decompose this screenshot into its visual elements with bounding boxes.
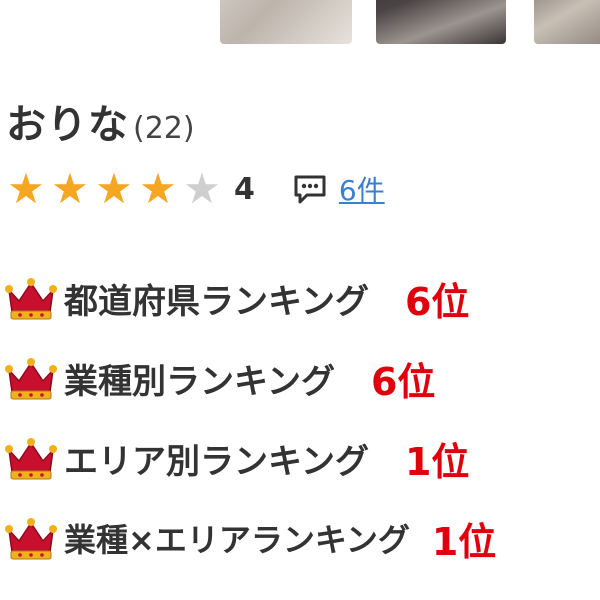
ranking-value: 6位 (404, 279, 470, 324)
profile-name: おりな (6, 102, 129, 148)
ranking-label: 都道府県ランキング (64, 281, 369, 322)
star-rating: ★ ★ ★ ★ ★ (4, 166, 224, 212)
profile-header: おりな (22) (6, 92, 195, 150)
ranking-row: 業種別ランキング 6位 (4, 338, 600, 418)
review-count[interactable]: 6件 (339, 169, 385, 209)
ranking-value: 1位 (404, 439, 470, 484)
ranking-label: エリア別ランキング (64, 441, 369, 482)
ranking-row: エリア別ランキング 1位 (4, 418, 600, 498)
photo-thumbnail[interactable] (376, 0, 506, 44)
ranking-row: 業種×エリアランキング 1位 (4, 498, 600, 578)
crown-icon (5, 278, 57, 320)
reviews-link[interactable]: 6件 (293, 169, 385, 209)
photo-thumbnails (0, 0, 600, 46)
star-icon: ★ (183, 164, 221, 213)
crown-icon (5, 438, 57, 480)
rating-row: ★ ★ ★ ★ ★ 4 6件 (4, 166, 385, 212)
star-icon: ★ (7, 164, 45, 213)
star-icon: ★ (51, 164, 89, 213)
star-icon: ★ (139, 164, 177, 213)
profile-age: (22) (133, 111, 195, 146)
star-icon: ★ (95, 164, 133, 213)
ranking-value: 6位 (370, 359, 436, 404)
ranking-value: 1位 (431, 519, 497, 564)
ranking-label: 業種別ランキング (64, 361, 335, 402)
ranking-label: 業種×エリアランキング (64, 521, 410, 559)
photo-thumbnail[interactable] (220, 0, 352, 44)
crown-icon (5, 358, 57, 400)
rating-value: 4 (234, 171, 255, 207)
crown-icon (5, 518, 57, 560)
ranking-list: 都道府県ランキング 6位 業種別ランキング 6位 エリア別ランキング 1位 業種… (4, 258, 600, 578)
photo-thumbnail[interactable] (534, 0, 600, 44)
ranking-row: 都道府県ランキング 6位 (4, 258, 600, 338)
comment-icon (294, 175, 326, 204)
